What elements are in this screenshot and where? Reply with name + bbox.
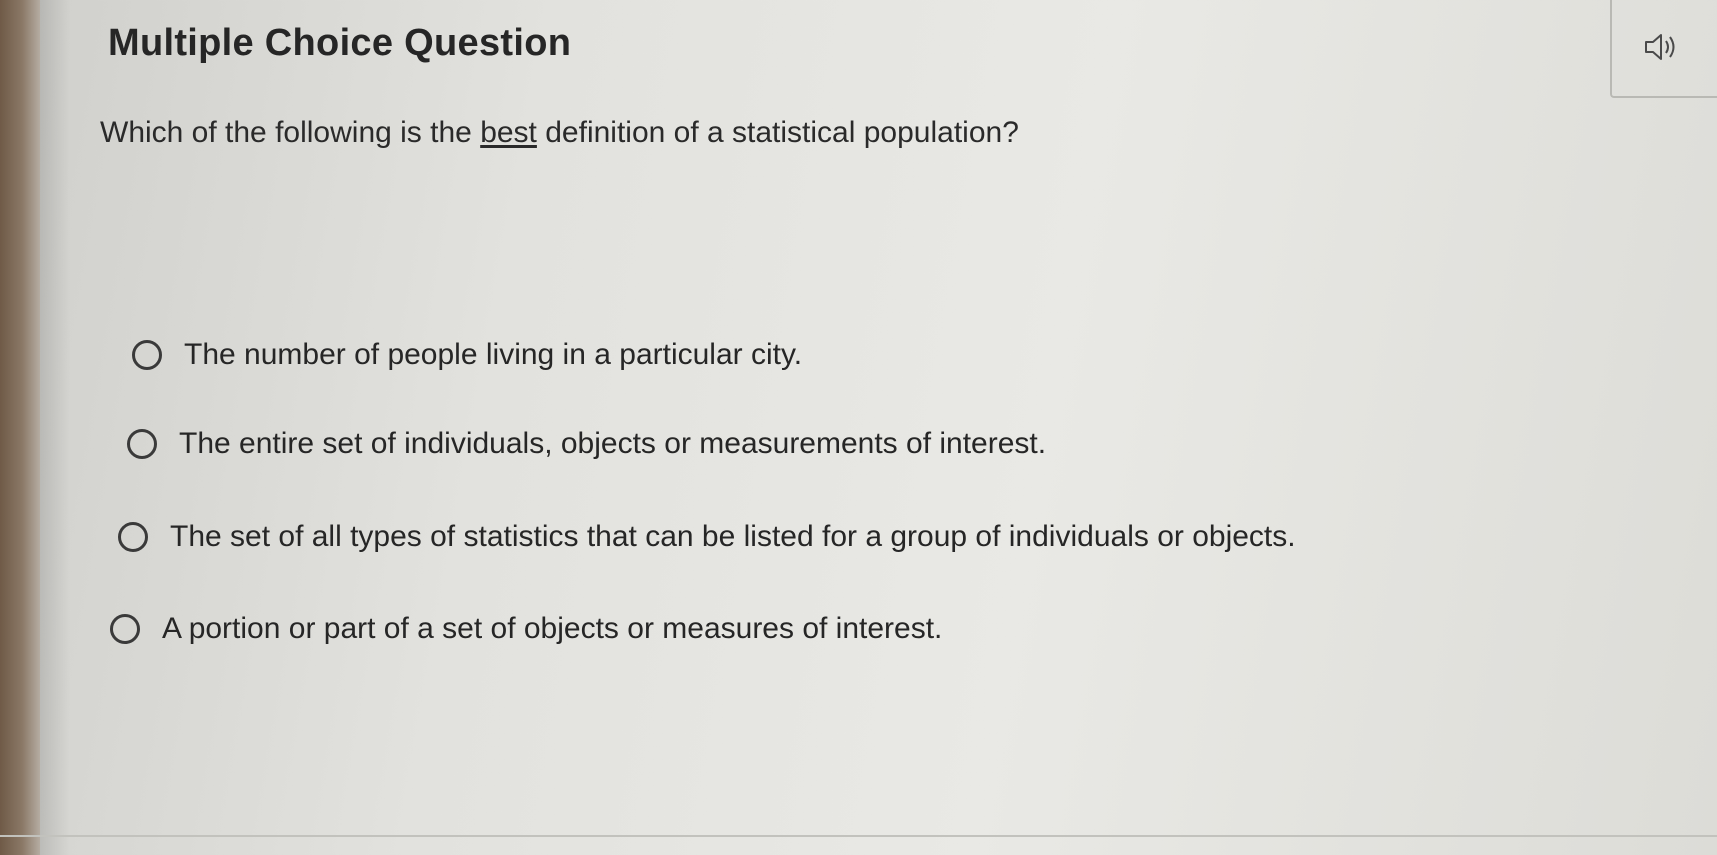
radio-button[interactable] (132, 340, 162, 370)
answer-option-label: The entire set of individuals, objects o… (179, 427, 1047, 460)
answer-option-2[interactable]: The entire set of individuals, objects o… (127, 427, 1046, 461)
answer-option-4[interactable]: A portion or part of a set of objects or… (110, 612, 942, 646)
read-aloud-button[interactable] (1642, 30, 1682, 64)
radio-button[interactable] (118, 522, 148, 552)
question-card: Multiple Choice Question Which of the fo… (70, 0, 1717, 855)
audio-panel (1610, 0, 1717, 98)
radio-button[interactable] (127, 429, 157, 459)
answer-option-label: A portion or part of a set of objects or… (162, 612, 943, 645)
radio-button[interactable] (110, 614, 140, 644)
divider (0, 835, 1717, 837)
answer-option-1[interactable]: The number of people living in a particu… (132, 338, 802, 372)
prompt-text-end: definition of a statistical population? (536, 116, 1019, 149)
answer-option-label: The set of all types of statistics that … (170, 520, 1296, 553)
speaker-icon (1645, 34, 1675, 60)
prompt-emphasis: best (480, 116, 537, 149)
question-type-title: Multiple Choice Question (108, 22, 572, 64)
answer-option-3[interactable]: The set of all types of statistics that … (118, 520, 1296, 554)
edge-shadow (40, 0, 70, 855)
prompt-text-start: Which of the following is the (100, 116, 481, 149)
answer-option-label: The number of people living in a particu… (184, 338, 803, 371)
screen-bezel (0, 0, 40, 855)
question-prompt: Which of the following is the best defin… (100, 116, 1019, 150)
